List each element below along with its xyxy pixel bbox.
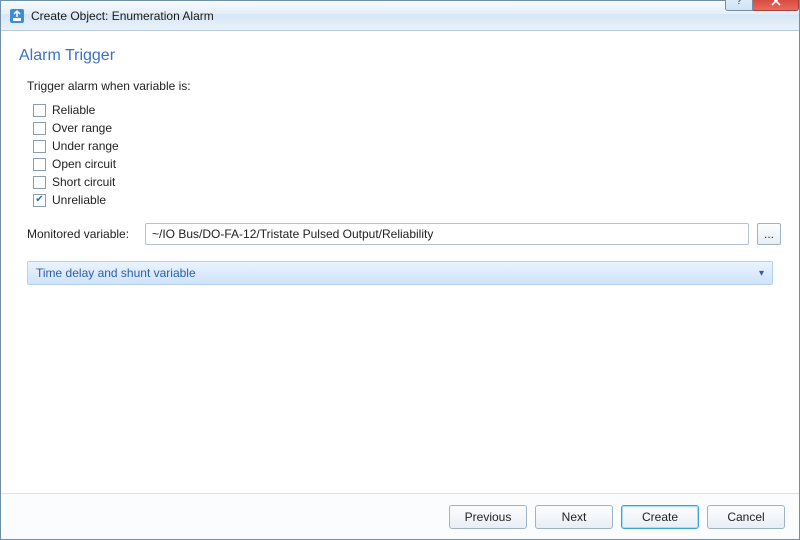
expander-label: Time delay and shunt variable (36, 266, 196, 280)
previous-button[interactable]: Previous (449, 505, 527, 529)
check-label: Short circuit (52, 175, 115, 189)
check-short-circuit[interactable]: Short circuit (33, 173, 781, 191)
monitored-variable-row: Monitored variable: ~/IO Bus/DO-FA-12/Tr… (27, 223, 781, 245)
checkbox-icon (33, 140, 46, 153)
chevron-down-icon: ▾ (759, 268, 764, 279)
monitored-variable-label: Monitored variable: (27, 227, 137, 241)
check-reliable[interactable]: Reliable (33, 101, 781, 119)
trigger-checklist: Reliable Over range Under range Open cir… (33, 101, 781, 209)
check-label: Open circuit (52, 157, 116, 171)
check-unreliable[interactable]: Unreliable (33, 191, 781, 209)
trigger-group-label: Trigger alarm when variable is: (27, 79, 781, 93)
monitored-variable-value: ~/IO Bus/DO-FA-12/Tristate Pulsed Output… (152, 227, 433, 241)
titlebar: Create Object: Enumeration Alarm ? (1, 1, 799, 31)
ellipsis-icon: ... (764, 227, 774, 241)
page-title: Alarm Trigger (19, 47, 781, 65)
checkbox-icon (33, 194, 46, 207)
help-button[interactable]: ? (725, 0, 753, 11)
window-controls: ? (725, 0, 799, 11)
check-label: Unreliable (52, 193, 106, 207)
cancel-button[interactable]: Cancel (707, 505, 785, 529)
browse-button[interactable]: ... (757, 223, 781, 245)
button-label: Next (562, 510, 587, 524)
close-button[interactable] (753, 0, 799, 11)
checkbox-icon (33, 104, 46, 117)
checkbox-icon (33, 122, 46, 135)
dialog-footer: Previous Next Create Cancel (1, 493, 799, 539)
button-label: Cancel (727, 510, 764, 524)
check-label: Reliable (52, 103, 95, 117)
check-label: Under range (52, 139, 119, 153)
checkbox-icon (33, 176, 46, 189)
button-label: Create (642, 510, 678, 524)
close-icon (771, 0, 781, 6)
checkbox-icon (33, 158, 46, 171)
check-label: Over range (52, 121, 112, 135)
check-open-circuit[interactable]: Open circuit (33, 155, 781, 173)
content-area: Alarm Trigger Trigger alarm when variabl… (1, 31, 799, 493)
check-over-range[interactable]: Over range (33, 119, 781, 137)
time-delay-expander[interactable]: Time delay and shunt variable ▾ (27, 261, 773, 285)
next-button[interactable]: Next (535, 505, 613, 529)
check-under-range[interactable]: Under range (33, 137, 781, 155)
help-icon: ? (736, 0, 742, 7)
button-label: Previous (465, 510, 512, 524)
create-button[interactable]: Create (621, 505, 699, 529)
dialog-window: Create Object: Enumeration Alarm ? Alarm… (0, 0, 800, 540)
window-title: Create Object: Enumeration Alarm (31, 9, 725, 23)
monitored-variable-input[interactable]: ~/IO Bus/DO-FA-12/Tristate Pulsed Output… (145, 223, 749, 245)
app-icon (9, 8, 25, 24)
